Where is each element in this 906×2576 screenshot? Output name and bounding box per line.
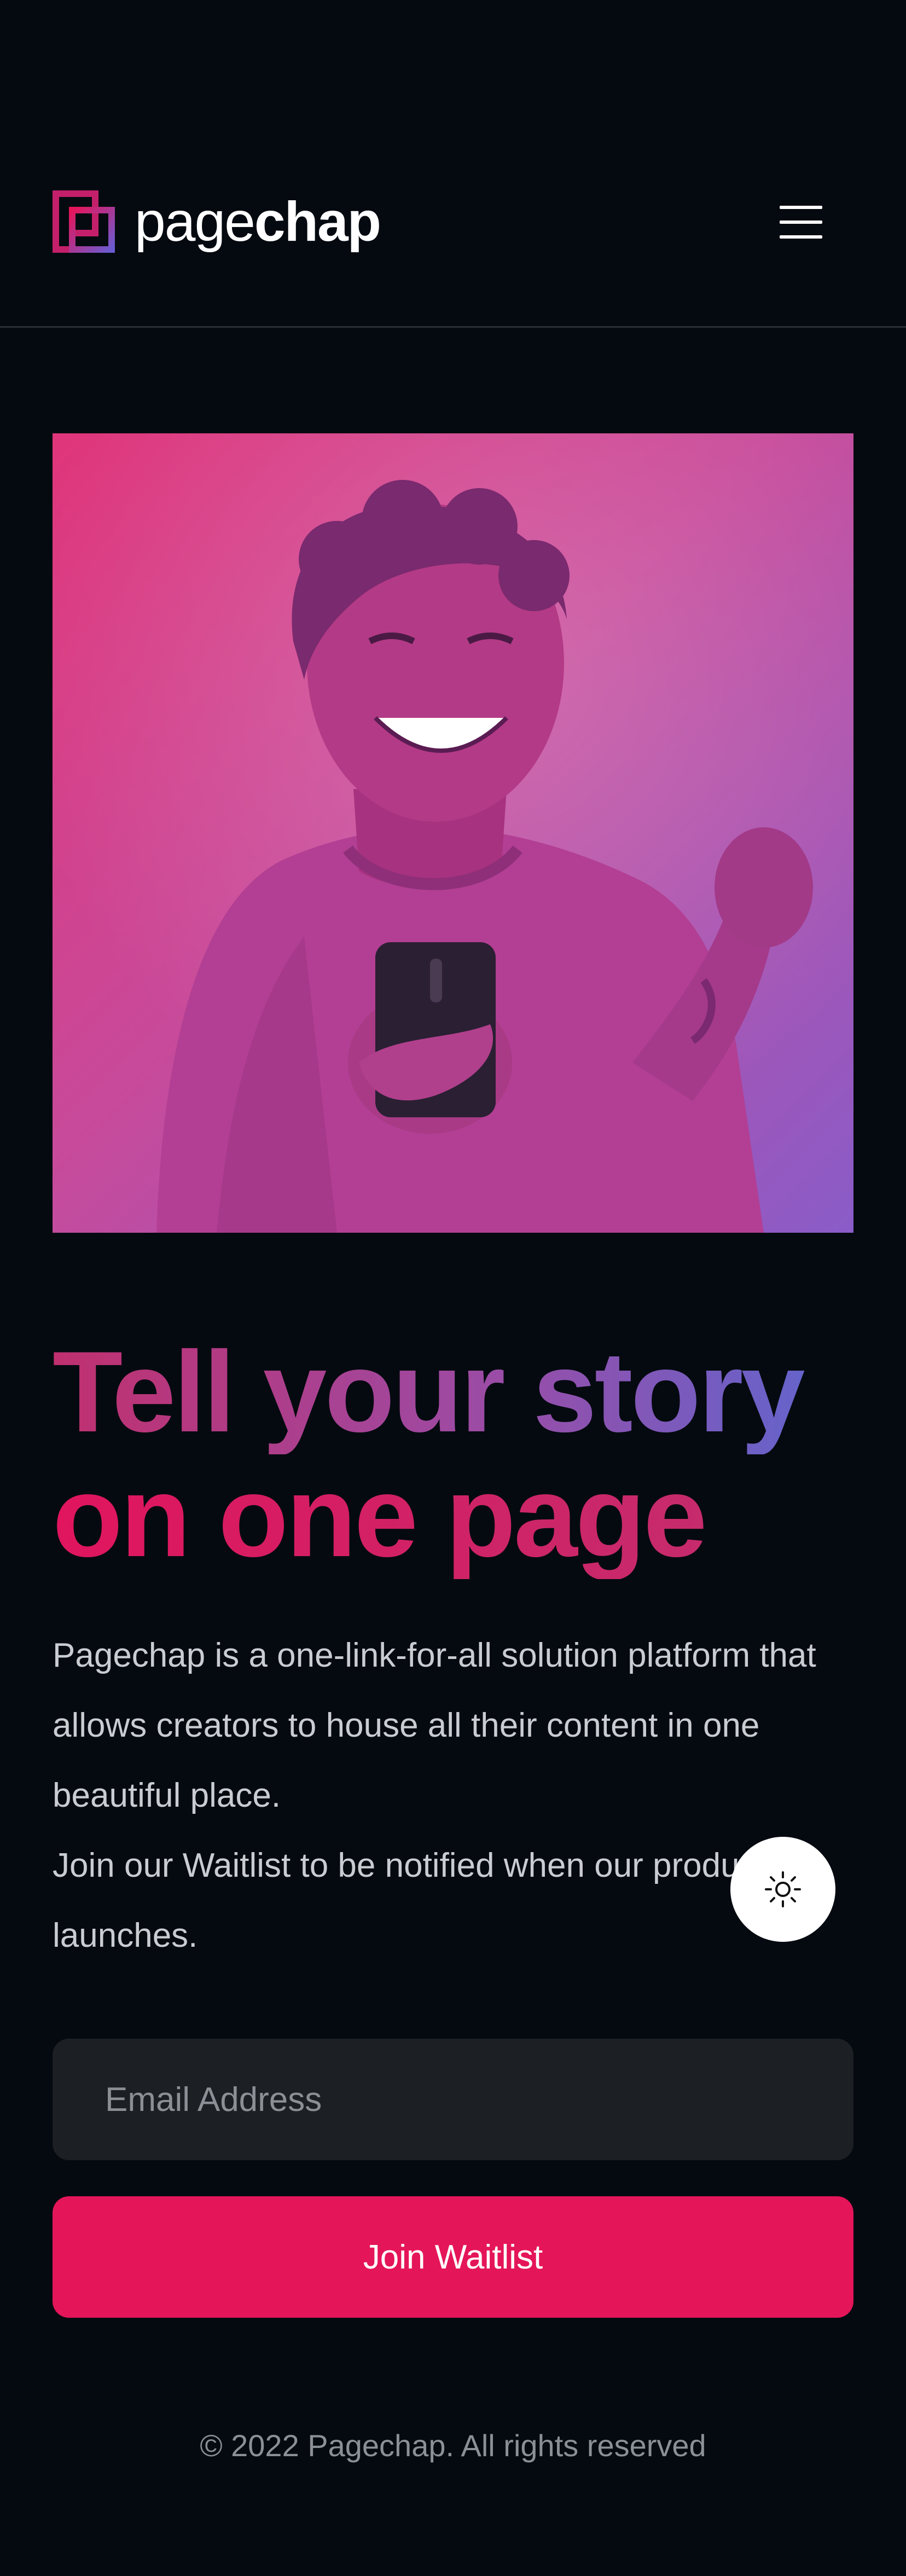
hamburger-menu-icon[interactable] (771, 202, 824, 242)
join-waitlist-button[interactable]: Join Waitlist (53, 2196, 853, 2318)
hero-image (53, 433, 853, 1233)
description-paragraph-1: Pagechap is a one-link-for-all solution … (53, 1637, 816, 1814)
pagechap-logo-mark-icon (53, 190, 115, 253)
email-field[interactable] (53, 2039, 853, 2160)
site-header: pagechap (0, 0, 906, 328)
smiling-person-holding-phone-photo (53, 433, 853, 1233)
menu-bar-bottom (780, 235, 822, 239)
footer-copyright: © 2022 Pagechap. All rights reserved (200, 2428, 706, 2463)
menu-bar-middle (780, 221, 822, 224)
hero-headline: Tell your story on one page (53, 1330, 853, 1579)
logo-wordmark-suffix: chap (254, 190, 381, 253)
headline-line-2: on one page (53, 1454, 853, 1579)
theme-toggle-button[interactable] (730, 1837, 835, 1942)
logo-wordmark: pagechap (135, 194, 381, 250)
logo-wordmark-prefix: page (135, 190, 255, 253)
menu-bar-top (780, 206, 822, 209)
hero-description: Pagechap is a one-link-for-all solution … (53, 1621, 853, 1971)
pagechap-logo[interactable]: pagechap (53, 190, 381, 253)
sun-icon (765, 1871, 801, 1907)
headline-line-1: Tell your story (53, 1330, 853, 1454)
